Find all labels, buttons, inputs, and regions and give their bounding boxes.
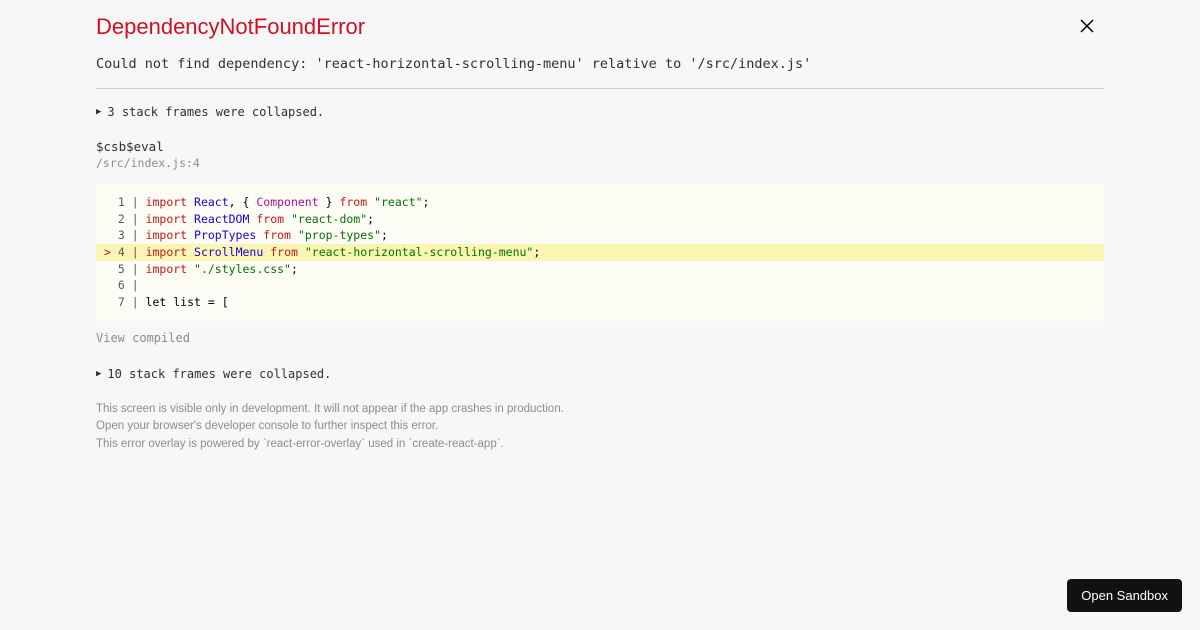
- error-message: Could not find dependency: 'react-horizo…: [96, 56, 1104, 72]
- stack-frame-name: $csb$eval: [96, 139, 1104, 154]
- collapse-top-frames[interactable]: ▶ 3 stack frames were collapsed.: [96, 105, 1104, 119]
- close-icon[interactable]: [1080, 18, 1094, 36]
- hint-line: This screen is visible only in developme…: [96, 401, 1104, 418]
- divider: [96, 88, 1104, 89]
- code-snippet: 1 | import React, { Component } from "re…: [96, 184, 1104, 321]
- arrow-right-icon: ▶: [96, 107, 101, 117]
- stack-frame-location[interactable]: /src/index.js:4: [96, 156, 1104, 170]
- open-sandbox-button[interactable]: Open Sandbox: [1067, 579, 1182, 612]
- collapse-bottom-label: 10 stack frames were collapsed.: [107, 367, 331, 381]
- error-title: DependencyNotFoundError: [96, 14, 1104, 40]
- collapse-top-label: 3 stack frames were collapsed.: [107, 105, 324, 119]
- arrow-right-icon: ▶: [96, 369, 101, 379]
- collapse-bottom-frames[interactable]: ▶ 10 stack frames were collapsed.: [96, 367, 1104, 381]
- hint-line: This error overlay is powered by `react-…: [96, 436, 1104, 453]
- hint-line: Open your browser's developer console to…: [96, 418, 1104, 435]
- view-compiled-link[interactable]: View compiled: [96, 331, 1104, 345]
- footer-hints: This screen is visible only in developme…: [96, 401, 1104, 453]
